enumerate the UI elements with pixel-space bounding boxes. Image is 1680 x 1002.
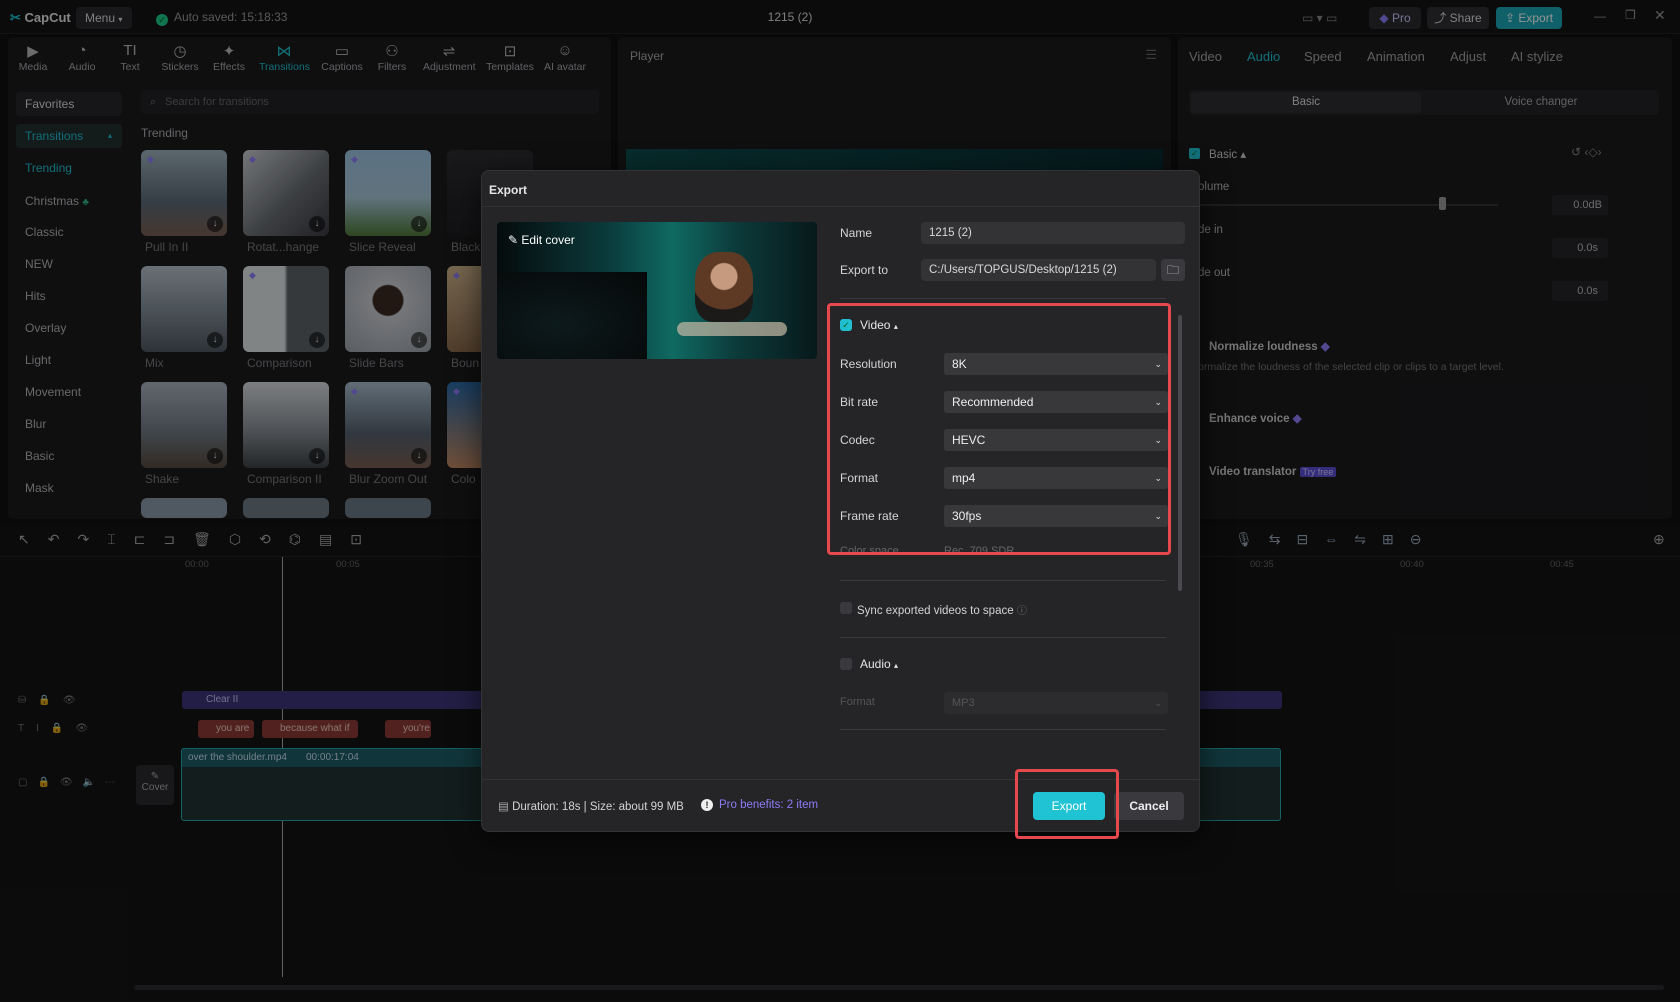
dialog-title: Export <box>489 183 528 197</box>
scene-table <box>677 322 787 336</box>
scene-shape <box>497 272 647 359</box>
scene-figure <box>695 252 753 322</box>
export-button-highlight <box>1015 769 1119 839</box>
divider <box>482 206 1199 207</box>
export-dialog: Export ✎ Edit cover Name 1215 (2) Export… <box>481 170 1200 839</box>
chevron-down-icon: ⌄ <box>1154 698 1162 708</box>
audio-checkbox[interactable] <box>840 658 852 670</box>
info-icon: ! <box>701 799 713 811</box>
divider <box>840 298 1166 299</box>
cover-preview[interactable]: ✎ Edit cover <box>497 222 817 359</box>
audio-section-header[interactable]: Audio ▴ <box>860 657 898 671</box>
name-input[interactable]: 1215 (2) <box>921 222 1185 244</box>
video-settings-highlight <box>827 303 1171 555</box>
divider <box>840 729 1166 730</box>
sync-label[interactable]: Sync exported videos to space ⓘ <box>857 602 1027 617</box>
audio-format-select: MP3 ⌄ <box>944 692 1168 714</box>
chevron-up-icon: ▴ <box>894 661 899 670</box>
cancel-button[interactable]: Cancel <box>1114 792 1184 820</box>
pro-benefits[interactable]: ! Pro benefits: 2 item <box>701 799 818 811</box>
name-label: Name <box>840 226 873 240</box>
film-icon: ▤ <box>498 801 509 813</box>
divider <box>840 637 1166 638</box>
dialog-scrollbar[interactable] <box>1178 315 1182 591</box>
edit-icon: ✎ <box>508 233 519 247</box>
folder-icon[interactable]: 🗀 <box>1161 259 1185 281</box>
export-to-label: Export to <box>840 263 889 277</box>
sync-checkbox[interactable] <box>840 602 852 614</box>
edit-cover-button[interactable]: ✎ Edit cover <box>508 233 575 247</box>
duration-size: ▤ Duration: 18s | Size: about 99 MB <box>498 801 684 813</box>
help-icon[interactable]: ⓘ <box>1017 606 1027 617</box>
export-path-input[interactable]: C:/Users/TOPGUS/Desktop/1215 (2) <box>921 259 1156 281</box>
divider <box>840 580 1166 581</box>
audio-format-label: Format <box>840 696 875 708</box>
